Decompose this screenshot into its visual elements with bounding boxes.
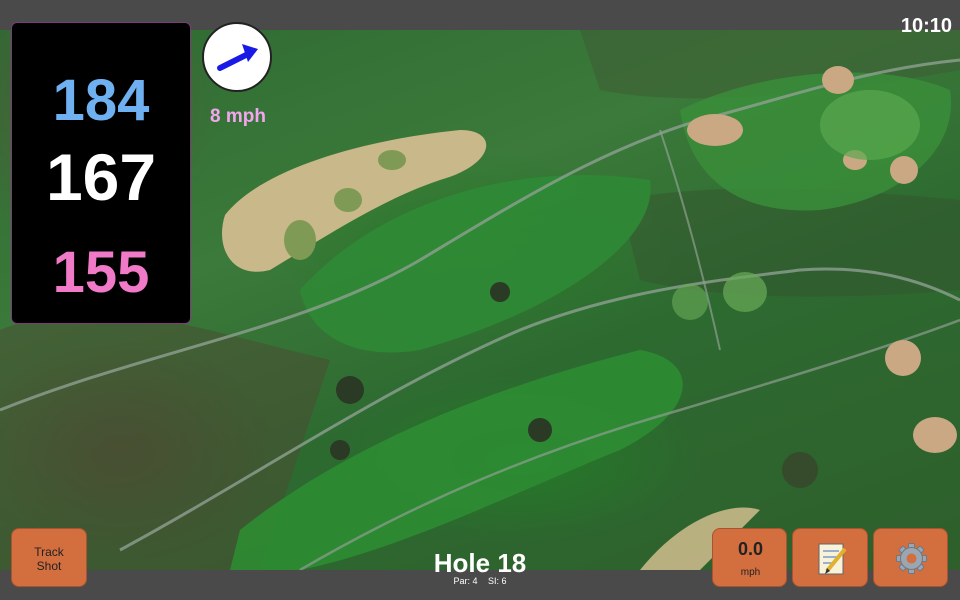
notepad-icon — [818, 543, 847, 575]
wind-arrow-icon — [217, 44, 258, 71]
settings-button[interactable] — [873, 528, 948, 587]
gear-icon — [896, 543, 927, 574]
track-shot-button[interactable]: Track Shot — [11, 528, 87, 587]
par-label: Par: 4 — [453, 576, 478, 586]
clock: 10:10 — [900, 15, 952, 37]
distance-panel: 184 167 155 — [11, 22, 191, 324]
back-distance: 184 — [52, 68, 150, 133]
speed-button[interactable]: 0.0 mph — [712, 528, 787, 587]
wind-direction-dial — [202, 22, 272, 92]
notes-button[interactable] — [792, 528, 868, 587]
center-distance: 167 — [45, 140, 157, 214]
track-shot-label-line2: Shot — [36, 559, 62, 573]
speed-unit: mph — [740, 567, 761, 578]
hole-title: Hole 18 — [433, 548, 527, 578]
stroke-index-label: SI: 6 — [488, 576, 507, 586]
speed-value: 0.0 — [737, 539, 764, 559]
front-distance: 155 — [52, 240, 150, 305]
track-shot-label-line1: Track — [34, 545, 64, 559]
wind-speed-label: 8 mph — [210, 106, 266, 127]
hole-info: Par: 4 SI: 6 — [380, 576, 580, 586]
